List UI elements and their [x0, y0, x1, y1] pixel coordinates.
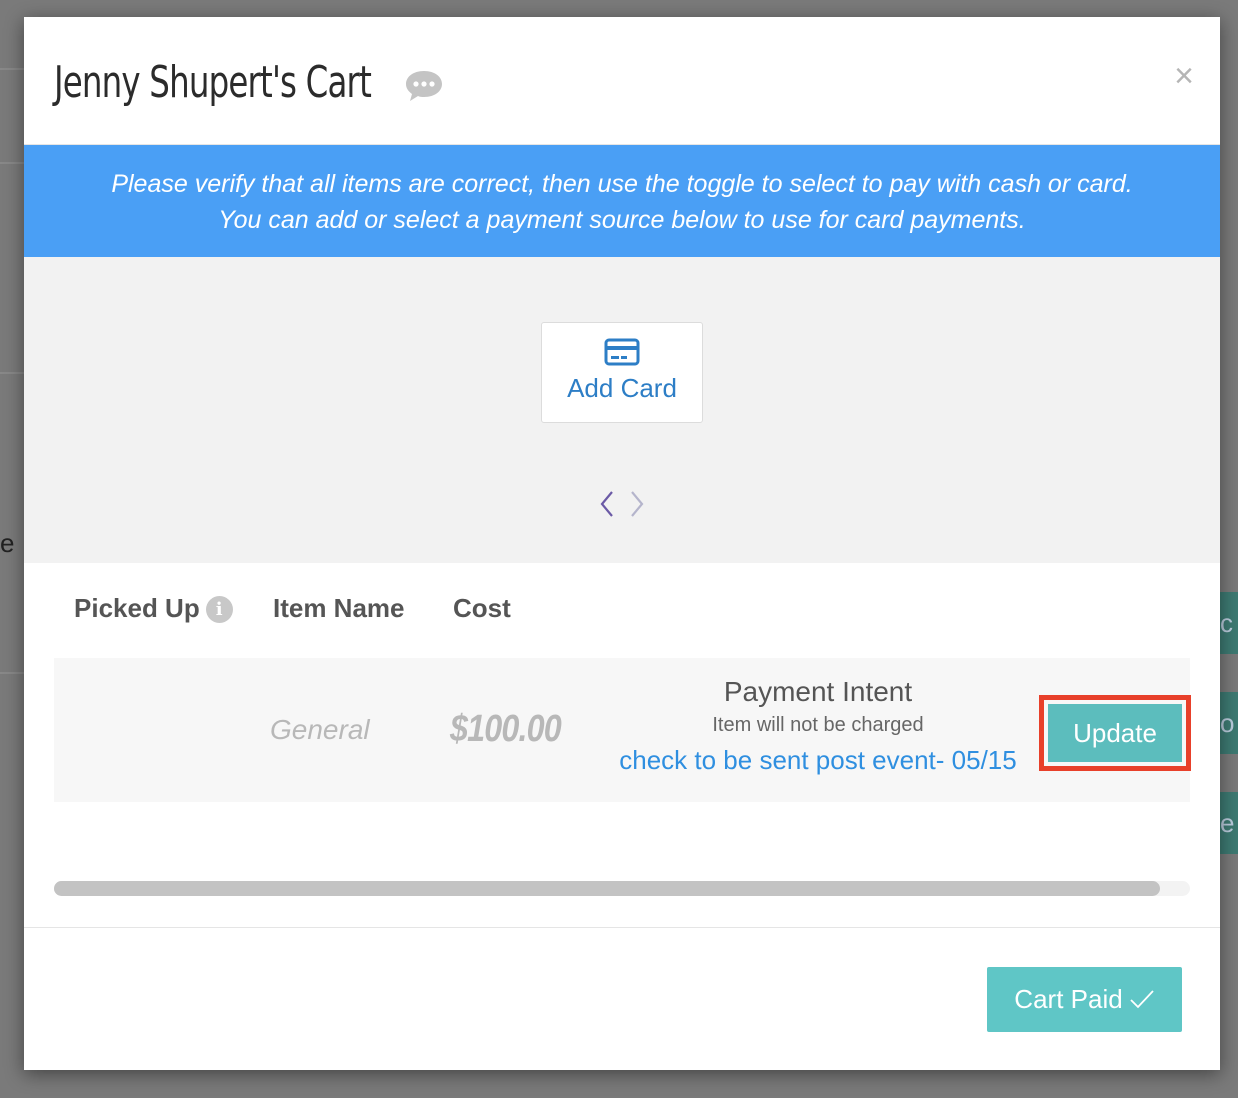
payment-intent-note: check to be sent post event- 05/15: [619, 745, 1017, 775]
payment-intent-subtitle: Item will not be charged: [712, 714, 924, 736]
item-name: General: [270, 714, 370, 745]
info-icon[interactable]: i: [205, 596, 233, 623]
modal-header: Jenny Shupert's Cart ×: [24, 17, 1220, 145]
table-row: General $100.00 Payment Intent Item will…: [54, 658, 1191, 802]
header-label: Picked Up: [74, 593, 200, 623]
column-header-item-name: Item Name: [273, 593, 405, 623]
background-divider: [0, 672, 24, 674]
carousel-arrows: [600, 491, 644, 517]
background-text-fragment: e: [0, 528, 15, 558]
footer-divider: [24, 927, 1220, 928]
table-header: Picked Up i Item Name Cost: [24, 593, 1220, 633]
banner-line-2: You can add or select a payment source b…: [218, 206, 1026, 234]
modal-title: Jenny Shupert's Cart: [54, 57, 372, 108]
scrollbar-thumb[interactable]: [54, 881, 1160, 896]
cart-paid-button[interactable]: Cart Paid: [987, 967, 1182, 1032]
item-cost: $100.00: [450, 708, 562, 750]
background-divider: [0, 162, 24, 164]
payment-source-carousel: Add Card: [24, 257, 1220, 563]
update-button[interactable]: Update: [1039, 695, 1191, 771]
background-divider: [0, 68, 24, 70]
column-header-picked-up: Picked Up i: [74, 593, 233, 624]
payment-intent: Payment Intent Item will not be charged …: [610, 676, 1026, 776]
cart-modal: Jenny Shupert's Cart × Please verify tha…: [24, 17, 1220, 1070]
background-button-fragment: o: [1218, 692, 1238, 754]
credit-card-icon: [604, 338, 640, 366]
payment-intent-title: Payment Intent: [723, 676, 913, 707]
checkmark-icon: [1130, 990, 1154, 1009]
instructions-banner: Please verify that all items are correct…: [24, 145, 1220, 257]
background-divider: [0, 372, 24, 374]
chevron-left-icon[interactable]: [600, 491, 613, 517]
banner-line-1: Please verify that all items are correct…: [111, 170, 1133, 198]
close-icon[interactable]: ×: [1174, 59, 1194, 93]
add-card-label: Add Card: [567, 373, 677, 403]
background-button-fragment: c: [1218, 592, 1238, 654]
column-header-cost: Cost: [453, 593, 511, 623]
cart-paid-label: Cart Paid: [1014, 984, 1123, 1014]
chevron-right-icon[interactable]: [631, 491, 644, 517]
add-card-button[interactable]: Add Card: [541, 322, 703, 423]
chat-bubble-icon[interactable]: [404, 69, 444, 103]
background-button-fragment: e: [1218, 792, 1238, 854]
horizontal-scrollbar[interactable]: [54, 881, 1190, 896]
